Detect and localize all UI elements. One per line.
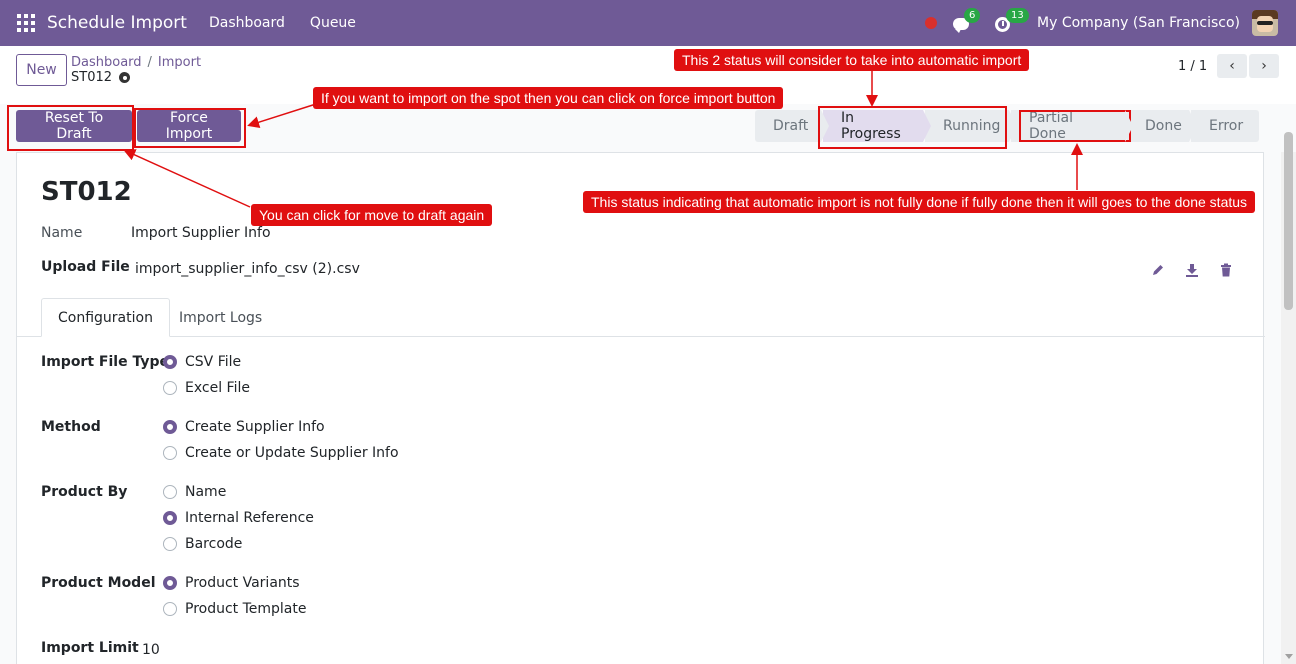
form-sheet: ST012 Name Import Supplier Info Upload F… bbox=[16, 152, 1265, 664]
trash-icon[interactable] bbox=[1219, 263, 1233, 277]
radio-create-or-update-supplier-info[interactable]: Create or Update Supplier Info bbox=[163, 445, 399, 461]
radio-csv-file[interactable]: CSV File bbox=[163, 354, 241, 370]
upload-file-value[interactable]: import_supplier_info_csv (2).csv bbox=[135, 261, 360, 277]
highlight-force-button bbox=[134, 108, 246, 148]
tab-import-logs[interactable]: Import Logs bbox=[163, 298, 278, 337]
upload-file-label: Upload File bbox=[41, 259, 130, 275]
radio-internal-reference[interactable]: Internal Reference bbox=[163, 510, 314, 526]
pager-next-button[interactable]: › bbox=[1249, 54, 1279, 78]
gear-icon[interactable] bbox=[119, 72, 131, 83]
name-label: Name bbox=[41, 225, 83, 241]
scrollbar[interactable] bbox=[1281, 132, 1296, 664]
radio-barcode[interactable]: Barcode bbox=[163, 536, 242, 552]
highlight-partial-done bbox=[1019, 110, 1131, 142]
app-grid-icon[interactable] bbox=[17, 14, 35, 32]
menu-dashboard[interactable]: Dashboard bbox=[209, 15, 285, 31]
radio-excel-file[interactable]: Excel File bbox=[163, 380, 250, 396]
new-button[interactable]: New bbox=[16, 54, 67, 86]
record-dot-icon[interactable] bbox=[925, 17, 938, 29]
callout-draft-note: You can click for move to draft again bbox=[251, 204, 493, 226]
stage-draft[interactable]: Draft bbox=[755, 110, 829, 142]
stage-error[interactable]: Error bbox=[1191, 110, 1259, 142]
radio-create-supplier-info[interactable]: Create Supplier Info bbox=[163, 419, 325, 435]
activities-button[interactable]: 13 bbox=[995, 8, 1029, 32]
import-file-type-label: Import File Type bbox=[41, 354, 169, 370]
record-reference: ST012 bbox=[41, 177, 132, 207]
import-limit-field[interactable]: 10 bbox=[142, 642, 160, 658]
edit-pencil-icon[interactable] bbox=[1151, 263, 1165, 277]
callout-partial-note: This status indicating that automatic im… bbox=[583, 191, 1256, 213]
company-switcher[interactable]: My Company (San Francisco) bbox=[1037, 15, 1240, 31]
highlight-reset-button bbox=[7, 105, 134, 151]
scroll-thumb[interactable] bbox=[1284, 132, 1293, 310]
breadcrumb-dashboard[interactable]: Dashboard bbox=[71, 55, 142, 70]
chevron-left-icon: ‹ bbox=[1229, 58, 1235, 74]
record-name: ST012 bbox=[71, 70, 113, 85]
radio-product-variants[interactable]: Product Variants bbox=[163, 575, 300, 591]
stage-done[interactable]: Done bbox=[1127, 110, 1197, 142]
import-limit-label: Import Limit bbox=[41, 640, 139, 656]
download-icon[interactable] bbox=[1185, 263, 1199, 277]
messages-badge: 6 bbox=[964, 8, 981, 23]
top-navbar: Schedule Import Dashboard Queue 6 13 My … bbox=[0, 0, 1296, 46]
app-name[interactable]: Schedule Import bbox=[47, 13, 187, 33]
product-by-label: Product By bbox=[41, 484, 128, 500]
breadcrumb: Dashboard / Import bbox=[71, 55, 202, 70]
name-field[interactable]: Import Supplier Info bbox=[131, 225, 271, 241]
chevron-right-icon: › bbox=[1261, 58, 1267, 74]
method-label: Method bbox=[41, 419, 101, 435]
callout-force-note: If you want to import on the spot then y… bbox=[313, 87, 784, 109]
pager-value[interactable]: 1 / 1 bbox=[1178, 59, 1207, 74]
menu-queue[interactable]: Queue bbox=[310, 15, 356, 31]
scroll-down-icon[interactable] bbox=[1285, 654, 1293, 659]
activities-badge: 13 bbox=[1006, 8, 1029, 23]
highlight-progress-running bbox=[818, 106, 1007, 149]
user-avatar[interactable] bbox=[1252, 10, 1278, 36]
product-model-label: Product Model bbox=[41, 575, 156, 591]
breadcrumb-import[interactable]: Import bbox=[158, 55, 201, 70]
callout-status-note: This 2 status will consider to take into… bbox=[674, 49, 1030, 71]
radio-product-template[interactable]: Product Template bbox=[163, 601, 307, 617]
pager-previous-button[interactable]: ‹ bbox=[1217, 54, 1247, 78]
radio-name[interactable]: Name bbox=[163, 484, 226, 500]
notebook-tabs: Configuration Import Logs bbox=[17, 298, 1265, 337]
messages-button[interactable]: 6 bbox=[953, 8, 981, 33]
tab-configuration[interactable]: Configuration bbox=[41, 298, 170, 337]
record-title: ST012 bbox=[71, 70, 131, 85]
